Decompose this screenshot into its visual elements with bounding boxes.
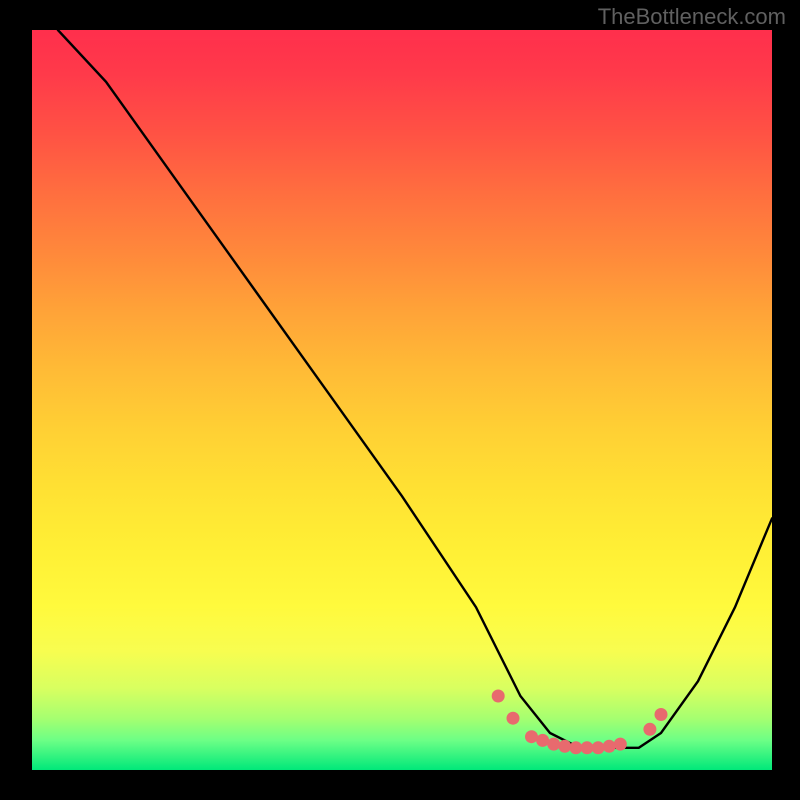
curve-path [58,30,772,748]
marker-dot [592,741,605,754]
marker-dot [614,738,627,751]
marker-dot [536,734,549,747]
marker-dot [655,708,668,721]
marker-dot [643,723,656,736]
marker-dot [525,730,538,743]
chart-container: TheBottleneck.com [0,0,800,800]
plot-area [32,30,772,770]
marker-dot [558,740,571,753]
marker-dot [569,741,582,754]
marker-dot [603,740,616,753]
chart-svg [32,30,772,770]
marker-dot [492,690,505,703]
bottom-highlight-markers [492,690,668,755]
watermark-text: TheBottleneck.com [598,4,786,30]
marker-dot [581,741,594,754]
marker-dot [547,738,560,751]
marker-dot [507,712,520,725]
